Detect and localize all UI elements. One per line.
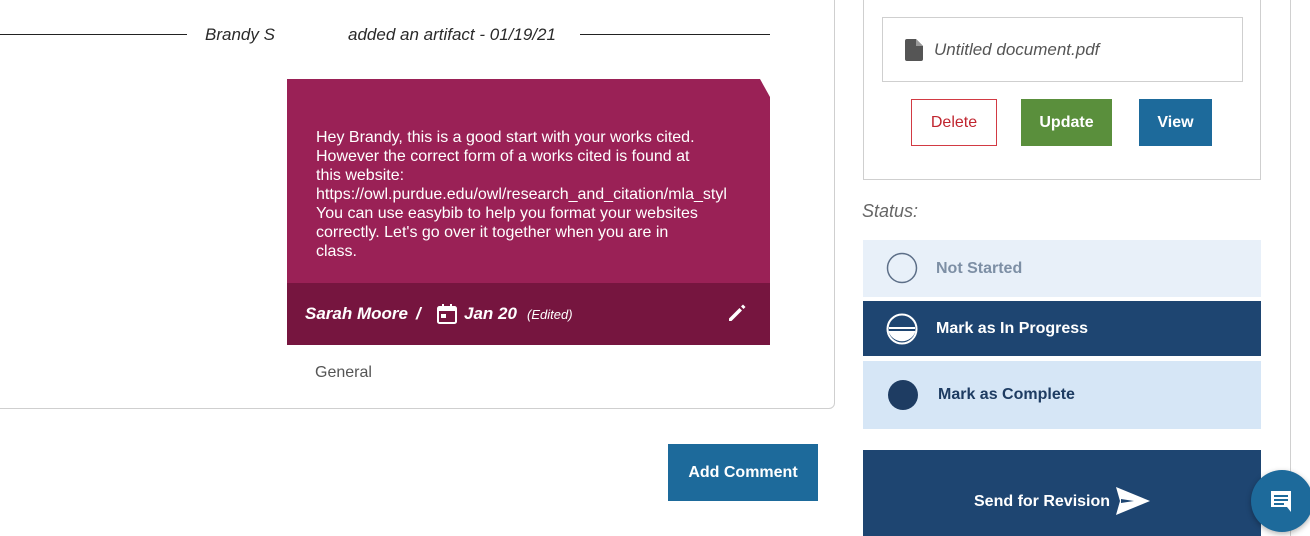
status-option-label: Not Started: [936, 260, 1023, 277]
timeline-action: added an artifact - 01/19/21: [348, 25, 556, 44]
timeline-divider-right: [580, 34, 770, 35]
comment-line: this website:: [316, 167, 405, 184]
delete-button[interactable]: Delete: [911, 99, 997, 146]
empty-circle-icon: [886, 252, 918, 284]
send-for-revision-button[interactable]: Send for Revision: [863, 450, 1261, 536]
comment-category: General: [315, 364, 372, 381]
status-option-in-progress[interactable]: Mark as In Progress: [863, 301, 1261, 356]
comment-footer: Sarah Moore / Jan 20 (Edited): [287, 283, 770, 345]
file-icon: [905, 39, 923, 61]
comment-link[interactable]: https://owl.purdue.edu/owl/research_and_…: [316, 185, 770, 204]
send-arrow-icon: [1116, 487, 1150, 515]
panel-edge: [1290, 0, 1291, 536]
calendar-icon: [437, 304, 457, 324]
status-option-complete[interactable]: Mark as Complete: [863, 361, 1261, 429]
half-circle-icon: [886, 313, 918, 345]
comment-author: Sarah Moore: [305, 304, 408, 323]
artifact-file[interactable]: Untitled document.pdf: [882, 17, 1243, 82]
artifact-file-name: Untitled document.pdf: [934, 40, 1100, 59]
update-button[interactable]: Update: [1021, 99, 1112, 146]
send-for-revision-label: Send for Revision: [974, 493, 1111, 510]
status-option-label: Mark as Complete: [938, 386, 1075, 403]
comment-date: Jan 20: [464, 304, 517, 323]
comment-line: You can use easybib to help you format y…: [316, 205, 698, 222]
comment-line: correctly. Let's go over it together whe…: [316, 224, 669, 241]
comment-line: However the correct form of a works cite…: [316, 148, 690, 165]
status-option-not-started[interactable]: Not Started: [863, 240, 1261, 297]
comment-bubble: Hey Brandy, this is a good start with yo…: [287, 79, 770, 345]
comment-line: class.: [316, 243, 357, 260]
pencil-icon[interactable]: [726, 302, 748, 324]
chat-icon: [1271, 491, 1291, 512]
filled-circle-icon: [888, 380, 918, 410]
comment-edited-flag: (Edited): [527, 307, 573, 322]
chat-button[interactable]: [1251, 470, 1310, 532]
timeline-author: Brandy S: [205, 25, 275, 44]
status-option-label: Mark as In Progress: [936, 320, 1089, 337]
status-heading: Status:: [862, 201, 919, 221]
artifact-card: Untitled document.pdf Delete Update View: [863, 0, 1261, 180]
timeline-author-clip: Brandy S: [205, 25, 282, 45]
view-button[interactable]: View: [1139, 99, 1212, 146]
comment-line: Hey Brandy, this is a good start with yo…: [316, 129, 695, 146]
comment-body: Hey Brandy, this is a good start with yo…: [316, 128, 770, 261]
add-comment-button[interactable]: Add Comment: [668, 444, 818, 501]
comment-separator: /: [416, 304, 421, 323]
timeline-divider-left: [0, 34, 187, 35]
bubble-notch: [760, 79, 770, 97]
